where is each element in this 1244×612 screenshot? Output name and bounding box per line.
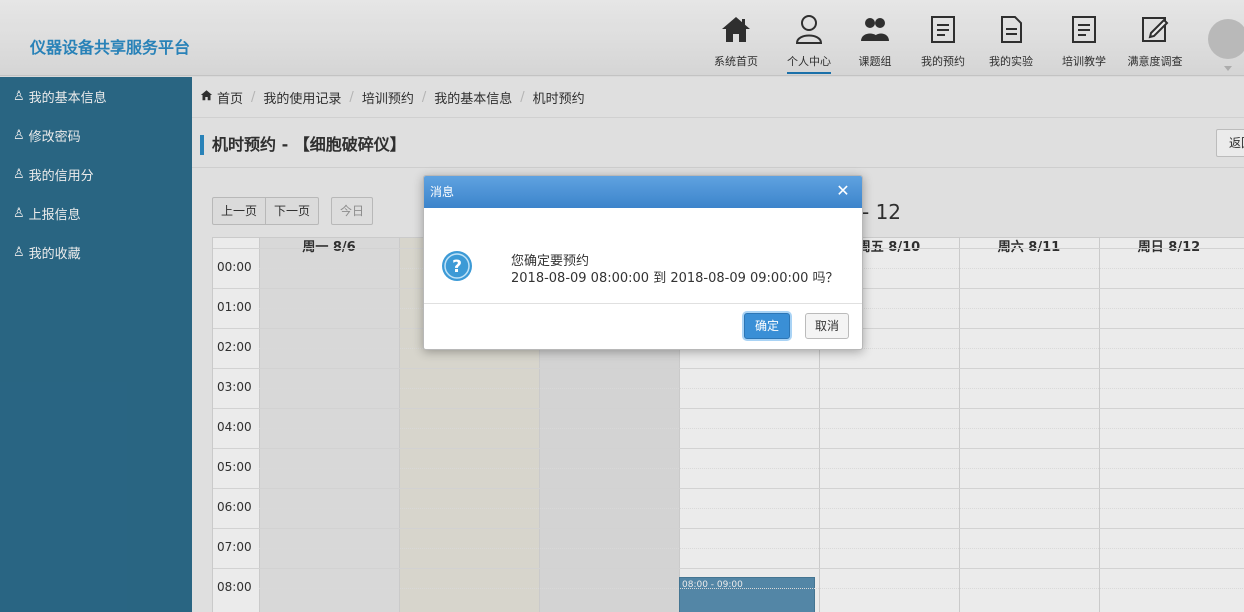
confirm-cancel-button[interactable]: 取消 <box>805 313 849 339</box>
dialog-title: 消息 <box>424 176 862 208</box>
dialog-message-line2: 2018-08-09 08:00:00 到 2018-08-09 09:00:0… <box>511 271 839 286</box>
confirm-ok-button[interactable]: 确定 <box>744 313 790 339</box>
dialog-body <box>424 208 862 304</box>
confirm-dialog: 消息 ✕ ? 您确定要预约 2018-08-09 08:00:00 到 2018… <box>423 175 863 350</box>
question-icon: ? <box>441 250 473 282</box>
svg-text:?: ? <box>452 257 462 277</box>
close-icon[interactable]: ✕ <box>834 182 852 200</box>
